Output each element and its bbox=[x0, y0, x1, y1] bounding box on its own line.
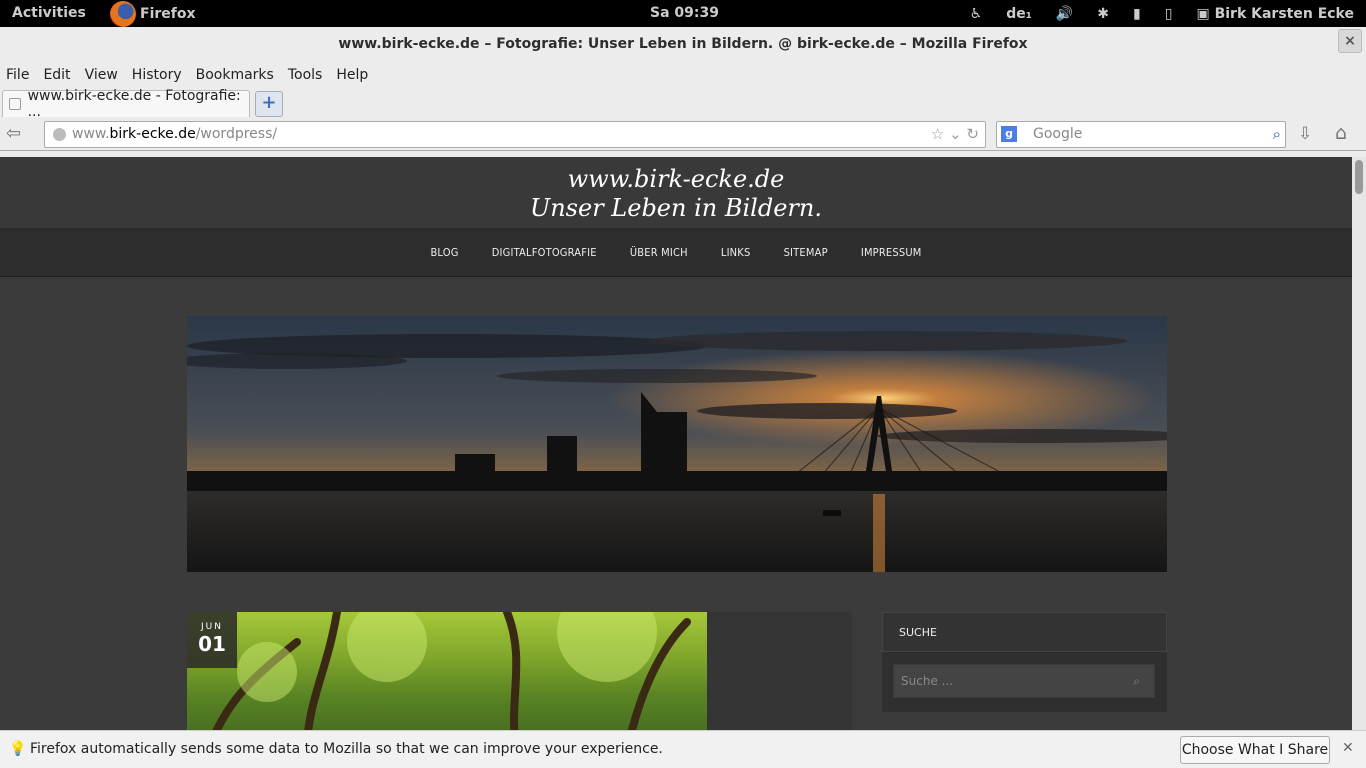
notification-close-icon[interactable]: ✕ bbox=[1342, 740, 1354, 756]
choose-what-i-share-button[interactable]: Choose What I Share bbox=[1180, 736, 1330, 764]
home-icon[interactable]: ⌂ bbox=[1335, 122, 1347, 144]
nav-digitalfotografie[interactable]: DIGITALFOTOGRAFIE bbox=[492, 229, 597, 277]
site-search-icon[interactable]: ⌕ bbox=[1133, 665, 1140, 697]
app-name: Firefox bbox=[140, 5, 196, 22]
reload-icon[interactable]: ↻ bbox=[966, 125, 979, 143]
site-description: Unser Leben in Bildern. bbox=[530, 194, 822, 222]
post-card[interactable]: JUN 01 bbox=[187, 612, 852, 731]
menu-history[interactable]: History bbox=[132, 67, 182, 83]
activities-button[interactable]: Activities bbox=[12, 5, 86, 21]
site-search-placeholder: Suche ... bbox=[901, 674, 954, 688]
search-engine-icon[interactable]: g bbox=[1001, 126, 1017, 142]
navigation-toolbar: ⇦ www.birk-ecke.de/wordpress/ ☆ ⌄ ↻ g Go… bbox=[0, 117, 1366, 151]
menu-view[interactable]: View bbox=[85, 67, 118, 83]
battery-icon[interactable]: ▯ bbox=[1165, 6, 1173, 22]
tab-active[interactable]: www.birk-ecke.de - Fotografie: ... bbox=[2, 88, 250, 120]
post-thumbnail-image[interactable] bbox=[187, 612, 707, 731]
app-menu-button[interactable]: Firefox bbox=[110, 0, 196, 27]
system-top-bar: Activities Firefox Sa 09:39 ♿ de₁ 🔊 ✱ ▮ … bbox=[0, 0, 1366, 27]
post-month: JUN bbox=[201, 622, 223, 632]
user-menu[interactable]: ▣ Birk Karsten Ecke bbox=[1196, 6, 1354, 22]
bluetooth-icon[interactable]: ✱ bbox=[1097, 6, 1109, 22]
nav-sitemap[interactable]: SITEMAP bbox=[784, 229, 828, 277]
menu-file[interactable]: File bbox=[6, 67, 29, 83]
back-arrow-icon[interactable]: ⇦ bbox=[6, 123, 36, 144]
tab-title: www.birk-ecke.de - Fotografie: ... bbox=[27, 88, 241, 120]
scrollbar-thumb[interactable] bbox=[1355, 160, 1363, 194]
window-title: www.birk-ecke.de – Fotografie: Unser Leb… bbox=[338, 36, 1028, 52]
url-path: /wordpress/ bbox=[195, 126, 278, 142]
search-icon[interactable]: ⌕ bbox=[1273, 122, 1281, 147]
notification-message: Firefox automatically sends some data to… bbox=[30, 741, 663, 757]
downloads-icon[interactable]: ⇩ bbox=[1298, 124, 1312, 144]
header-banner-image bbox=[187, 316, 1167, 572]
page-favicon-icon bbox=[9, 98, 21, 110]
site-identity-icon[interactable] bbox=[53, 128, 66, 141]
widget-title: SUCHE bbox=[882, 612, 1167, 652]
nav-ueber-mich[interactable]: ÜBER MICH bbox=[630, 229, 688, 277]
post-date-badge: JUN 01 bbox=[187, 612, 237, 668]
nav-impressum[interactable]: IMPRESSUM bbox=[861, 229, 922, 277]
bookmark-star-icon[interactable]: ☆ bbox=[931, 125, 944, 143]
site-navigation: BLOG DIGITALFOTOGRAFIE ÜBER MICH LINKS S… bbox=[0, 229, 1352, 277]
menu-tools[interactable]: Tools bbox=[288, 67, 323, 83]
site-header: www.birk-ecke.de Unser Leben in Bildern. bbox=[0, 157, 1352, 229]
window-titlebar: www.birk-ecke.de – Fotografie: Unser Leb… bbox=[0, 27, 1366, 61]
menu-bar: File Edit View History Bookmarks Tools H… bbox=[0, 61, 1366, 89]
site-search-input[interactable]: Suche ... ⌕ bbox=[893, 664, 1155, 698]
notification-bar: 💡 Firefox automatically sends some data … bbox=[0, 730, 1366, 768]
nav-blog[interactable]: BLOG bbox=[430, 229, 458, 277]
nav-links[interactable]: LINKS bbox=[721, 229, 751, 277]
search-widget: SUCHE Suche ... ⌕ bbox=[882, 612, 1167, 712]
volume-icon[interactable]: 🔊 bbox=[1056, 6, 1073, 22]
new-tab-button[interactable]: + bbox=[255, 91, 283, 117]
search-bar[interactable]: g Google ⌕ bbox=[996, 121, 1286, 148]
clock[interactable]: Sa 09:39 bbox=[650, 5, 719, 21]
firefox-logo-icon bbox=[110, 0, 136, 27]
window-close-button[interactable]: × bbox=[1338, 29, 1362, 53]
accessibility-icon[interactable]: ♿ bbox=[970, 6, 983, 22]
menu-edit[interactable]: Edit bbox=[43, 67, 70, 83]
menu-help[interactable]: Help bbox=[336, 67, 368, 83]
search-placeholder: Google bbox=[1033, 126, 1083, 142]
tab-bar: www.birk-ecke.de - Fotografie: ... + bbox=[0, 88, 1366, 120]
url-prefix: www. bbox=[72, 126, 110, 142]
url-bar[interactable]: www.birk-ecke.de/wordpress/ ☆ ⌄ ↻ bbox=[44, 121, 986, 148]
user-name: Birk Karsten Ecke bbox=[1214, 5, 1354, 22]
user-status-icon: ▣ bbox=[1196, 5, 1210, 22]
page-scrollbar[interactable] bbox=[1352, 157, 1366, 731]
url-bar-actions: ☆ ⌄ ↻ bbox=[931, 122, 979, 147]
url-host: birk-ecke.de bbox=[109, 126, 196, 142]
network-icon[interactable]: ▮ bbox=[1133, 6, 1141, 22]
menu-bookmarks[interactable]: Bookmarks bbox=[196, 67, 274, 83]
history-dropdown-icon[interactable]: ⌄ bbox=[949, 125, 962, 143]
site-title[interactable]: www.birk-ecke.de bbox=[0, 157, 1352, 193]
firefox-window: www.birk-ecke.de – Fotografie: Unser Leb… bbox=[0, 27, 1366, 768]
page-content: www.birk-ecke.de Unser Leben in Bildern.… bbox=[0, 157, 1352, 731]
lightbulb-icon: 💡 bbox=[9, 741, 27, 757]
keyboard-layout[interactable]: de₁ bbox=[1006, 6, 1032, 22]
post-day: 01 bbox=[198, 632, 226, 656]
system-tray: ♿ de₁ 🔊 ✱ ▮ ▯ ▣ Birk Karsten Ecke bbox=[958, 0, 1366, 27]
